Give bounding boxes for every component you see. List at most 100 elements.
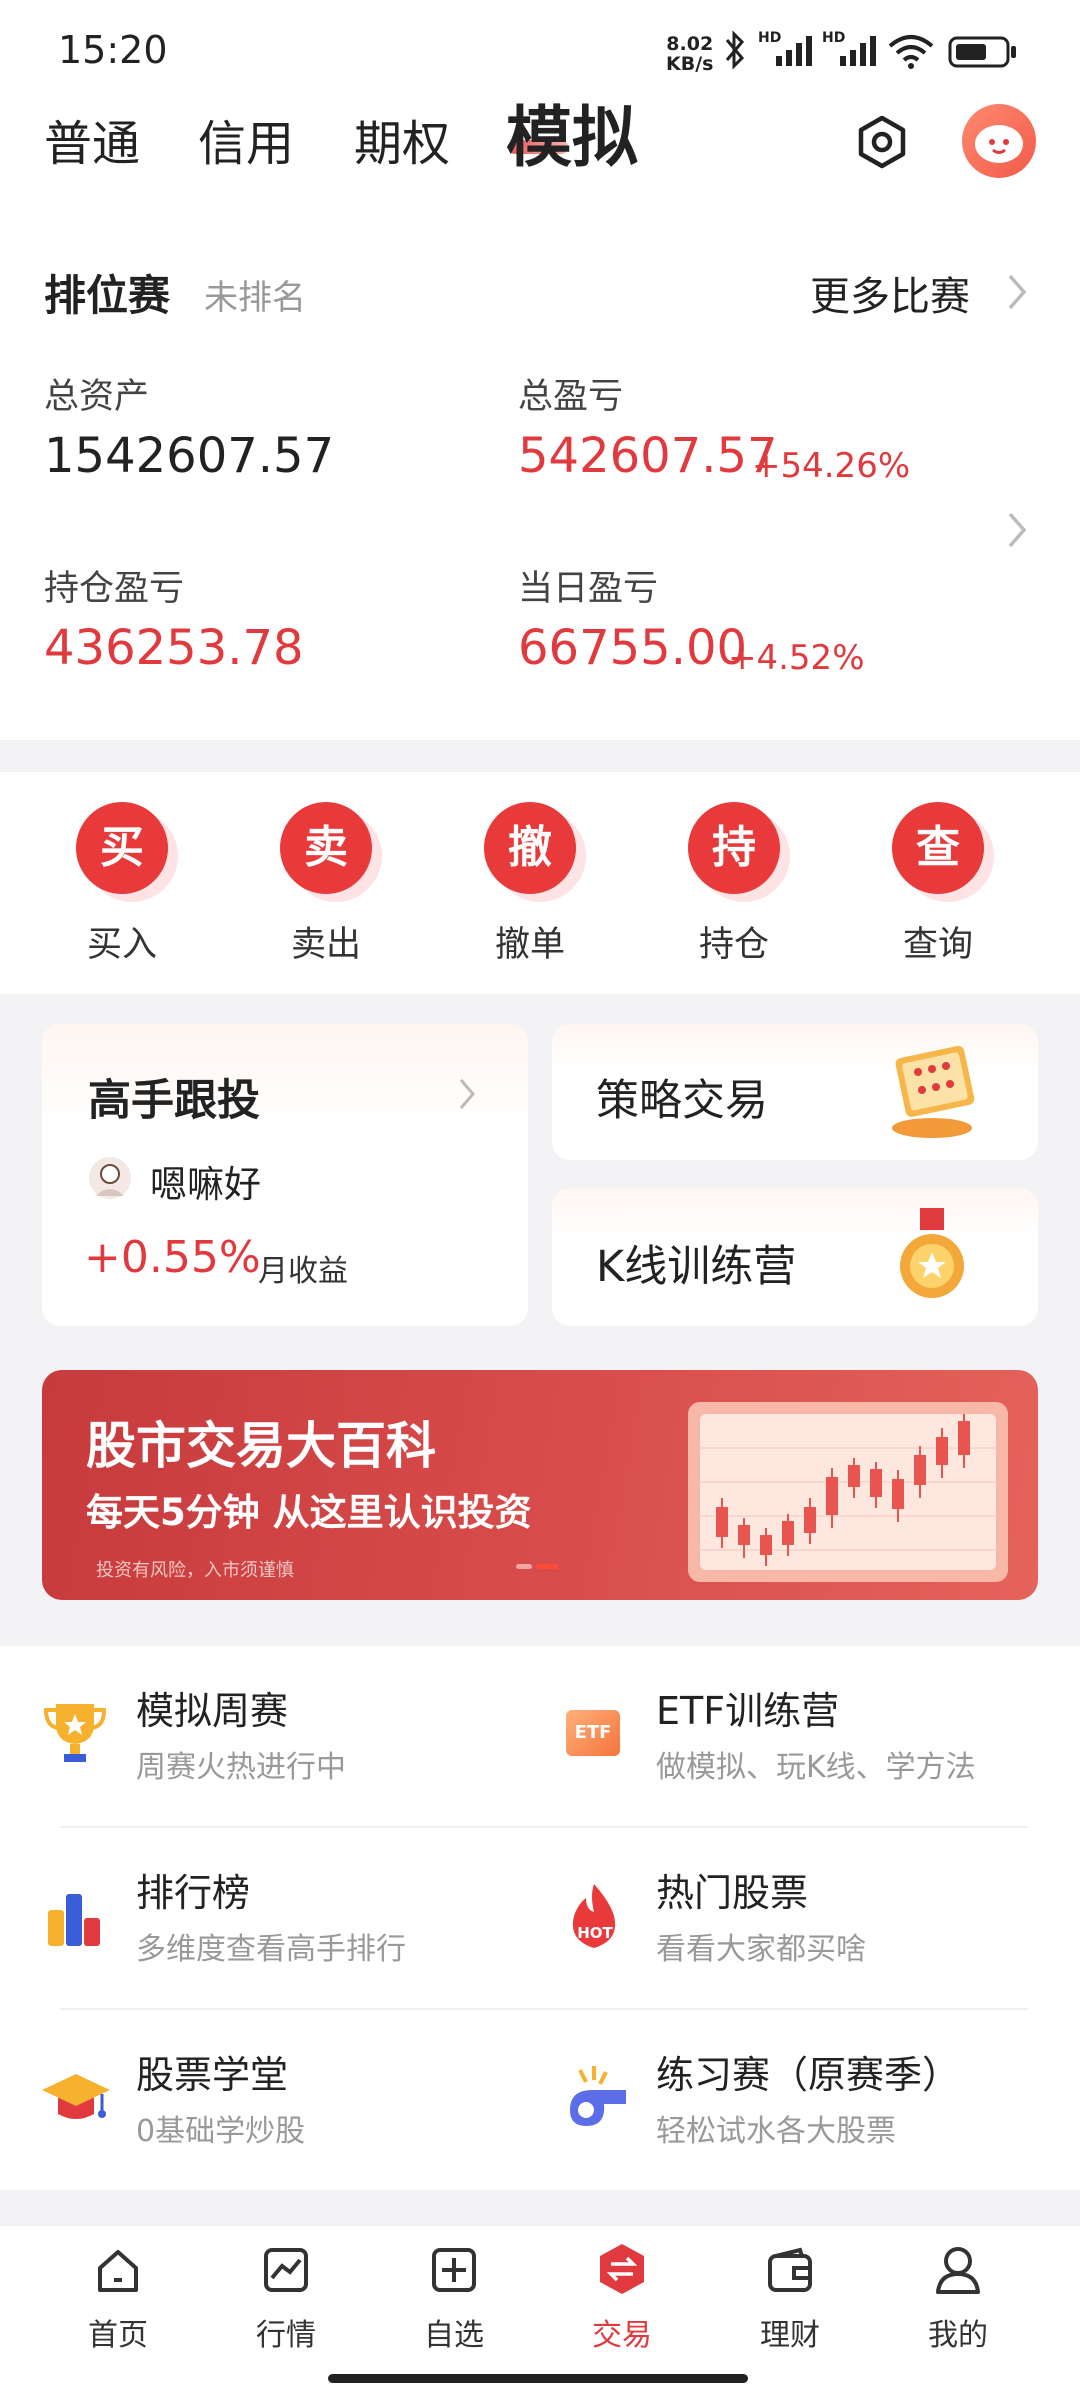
total-pnl-percent: +54.26% bbox=[752, 446, 911, 486]
positions-button[interactable]: 持 持仓 bbox=[644, 772, 824, 972]
home-icon bbox=[98, 2250, 138, 2292]
bluetooth-icon bbox=[725, 30, 745, 70]
tab-watchlist-label: 自选 bbox=[424, 2318, 484, 2353]
leaderboard-title: 排行榜 bbox=[136, 1871, 251, 1915]
position-pnl-label: 持仓盈亏 bbox=[44, 569, 185, 609]
weekly-contest-subtitle: 周赛火热进行中 bbox=[136, 1750, 346, 1785]
tab-trade-label: 交易 bbox=[592, 2318, 652, 2353]
kline-training-title: K线训练营 bbox=[596, 1242, 797, 1292]
rank-status: 未排名 bbox=[204, 278, 306, 318]
promo-banner[interactable]: 股市交易大百科 每天5分钟 从这里认识投资 投资有风险，入市须谨慎 bbox=[42, 1370, 1038, 1600]
network-speed-unit: KB/s bbox=[666, 53, 714, 75]
network-speed-value: 8.02 bbox=[666, 33, 714, 55]
daily-pnl-percent: +4.52% bbox=[728, 638, 865, 678]
carousel-dot-active bbox=[536, 1564, 558, 1569]
wallet-icon bbox=[768, 2247, 812, 2292]
banner-disclaimer: 投资有风险，入市须谨慎 bbox=[96, 1560, 294, 1581]
network-speed: 8.02 KB/s bbox=[666, 34, 713, 74]
etf-icon: ETF bbox=[566, 1710, 620, 1756]
etf-training-item[interactable]: ETF ETF训练营 做模拟、玩K线、学方法 bbox=[560, 1672, 1040, 1802]
weekly-contest-title: 模拟周赛 bbox=[136, 1689, 289, 1733]
weekly-contest-item[interactable]: 模拟周赛 周赛火热进行中 bbox=[40, 1672, 520, 1802]
tab-home[interactable]: 首页 bbox=[48, 2236, 188, 2356]
expert-return-label: 月收益 bbox=[258, 1254, 348, 1289]
buy-label: 买入 bbox=[86, 925, 157, 965]
follow-expert-title: 高手跟投 bbox=[88, 1076, 260, 1126]
daily-pnl-value: 66755.00 bbox=[518, 620, 748, 676]
leaderboard-item[interactable]: 排行榜 多维度查看高手排行 bbox=[40, 1854, 520, 1984]
rank-title: 排位赛 bbox=[44, 271, 171, 320]
user-avatar bbox=[89, 1157, 131, 1199]
trophy-icon bbox=[43, 1704, 107, 1762]
buy-button[interactable]: 买 买入 bbox=[32, 772, 212, 972]
positions-label: 持仓 bbox=[698, 925, 769, 965]
stock-school-item[interactable]: 股票学堂 0基础学炒股 bbox=[40, 2036, 520, 2166]
cancel-order-button[interactable]: 撤 撤单 bbox=[440, 772, 620, 972]
sell-button[interactable]: 卖 卖出 bbox=[236, 772, 416, 972]
chevron-right-icon[interactable] bbox=[1004, 510, 1028, 550]
hot-stocks-subtitle: 看看大家都买啥 bbox=[656, 1932, 866, 1967]
total-assets-label: 总资产 bbox=[44, 377, 150, 417]
trade-icon bbox=[600, 2244, 644, 2294]
tab-simulation[interactable]: 模拟 bbox=[506, 84, 638, 180]
practice-contest-item[interactable]: 练习赛（原赛季） 轻松试水各大股票 bbox=[560, 2036, 1040, 2166]
divider bbox=[60, 1826, 1028, 1828]
tab-market[interactable]: 行情 bbox=[216, 2236, 356, 2356]
profile-icon bbox=[936, 2247, 980, 2294]
stock-school-title: 股票学堂 bbox=[136, 2053, 289, 2097]
account-card[interactable]: 排位赛 未排名 更多比赛 总资产 1542607.57 总盈亏 542607.5… bbox=[0, 210, 1080, 740]
sell-icon: 卖 bbox=[280, 802, 372, 894]
medal-icon bbox=[900, 1208, 964, 1298]
tab-market-label: 行情 bbox=[256, 2318, 316, 2353]
tab-credit[interactable]: 信用 bbox=[198, 104, 294, 174]
sell-label: 卖出 bbox=[290, 925, 361, 965]
more-competitions-link[interactable]: 更多比赛 bbox=[810, 264, 970, 322]
tab-options[interactable]: 期权 bbox=[354, 104, 450, 174]
positions-icon: 持 bbox=[688, 802, 780, 894]
banner-title: 股市交易大百科 bbox=[86, 1417, 436, 1475]
hot-label: HOT bbox=[577, 1924, 613, 1942]
status-time: 15:20 bbox=[58, 28, 168, 72]
expert-return: +0.55% bbox=[84, 1232, 261, 1283]
candlestick-chart-illustration bbox=[688, 1402, 1008, 1582]
add-square-icon bbox=[432, 2248, 476, 2292]
settings-icon[interactable] bbox=[852, 112, 912, 172]
hot-stocks-title: 热门股票 bbox=[656, 1871, 809, 1915]
status-bar: 15:20 8.02 KB/s HD HD bbox=[0, 0, 1080, 90]
total-pnl-value: 542607.57 bbox=[518, 428, 778, 484]
avatar[interactable] bbox=[962, 104, 1036, 178]
position-pnl-value: 436253.78 bbox=[44, 620, 304, 676]
tab-trade[interactable]: 交易 bbox=[552, 2236, 692, 2356]
kline-training-card[interactable]: K线训练营 bbox=[552, 1188, 1038, 1326]
strategy-trading-card[interactable]: 策略交易 bbox=[552, 1024, 1038, 1160]
feature-grid: 模拟周赛 周赛火热进行中 ETF ETF训练营 做模拟、玩K线、学方法 排行榜 … bbox=[0, 1646, 1080, 2190]
stock-school-subtitle: 0基础学炒股 bbox=[136, 2114, 306, 2149]
whistle-icon bbox=[570, 2066, 626, 2126]
chevron-right-icon[interactable] bbox=[1004, 272, 1028, 312]
battery-icon bbox=[948, 36, 1016, 68]
home-indicator[interactable] bbox=[328, 2374, 748, 2383]
wifi-icon bbox=[888, 35, 934, 69]
tab-watchlist[interactable]: 自选 bbox=[384, 2236, 524, 2356]
hot-stocks-item[interactable]: HOT 热门股票 看看大家都买啥 bbox=[560, 1854, 1040, 1984]
chevron-right-icon bbox=[459, 1079, 475, 1109]
total-pnl-label: 总盈亏 bbox=[518, 377, 624, 417]
top-tab-bar: 普通 信用 期权 模拟 bbox=[0, 90, 1080, 210]
tab-wealth-label: 理财 bbox=[760, 2318, 820, 2353]
query-button[interactable]: 查 查询 bbox=[848, 772, 1028, 972]
total-assets-value: 1542607.57 bbox=[44, 428, 335, 484]
buy-icon: 买 bbox=[76, 802, 168, 894]
tab-profile[interactable]: 我的 bbox=[888, 2236, 1028, 2356]
leaderboard-subtitle: 多维度查看高手排行 bbox=[136, 1932, 406, 1967]
bar-chart-icon bbox=[48, 1894, 100, 1946]
expert-username: 嗯嘛好 bbox=[150, 1163, 261, 1206]
tab-home-label: 首页 bbox=[88, 2318, 148, 2353]
tab-wealth[interactable]: 理财 bbox=[720, 2236, 860, 2356]
follow-expert-card[interactable]: 高手跟投 嗯嘛好 +0.55% 月收益 bbox=[42, 1024, 528, 1326]
tab-normal[interactable]: 普通 bbox=[44, 104, 140, 174]
query-label: 查询 bbox=[902, 925, 973, 965]
abacus-icon bbox=[892, 1045, 975, 1138]
graduation-cap-icon bbox=[42, 2074, 110, 2119]
query-icon: 查 bbox=[892, 802, 984, 894]
strategy-trading-title: 策略交易 bbox=[596, 1076, 768, 1126]
